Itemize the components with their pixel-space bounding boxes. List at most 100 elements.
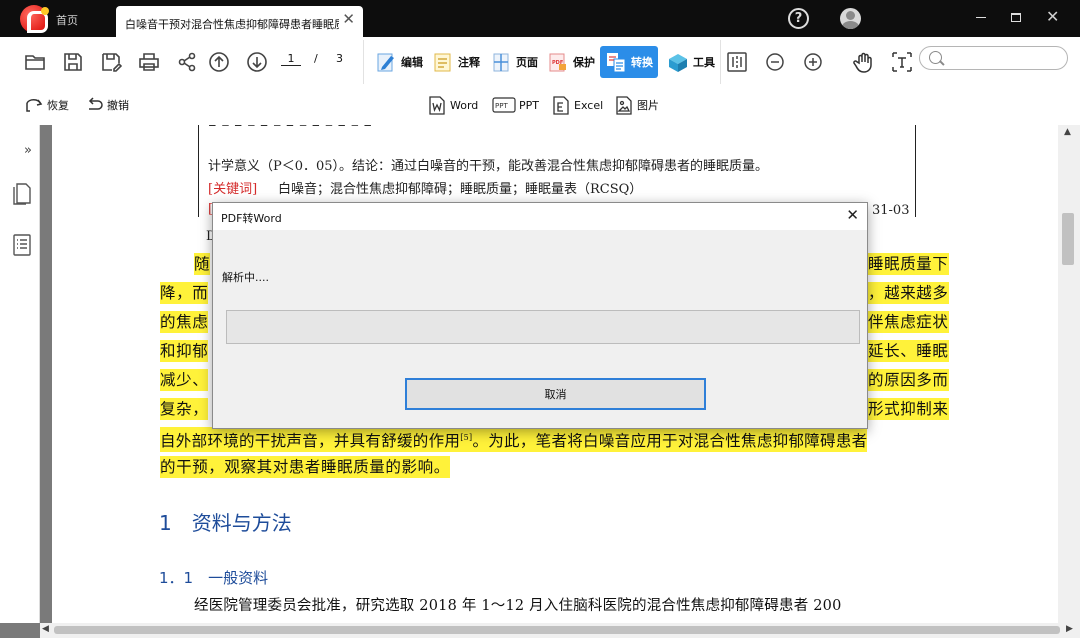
minimize-icon[interactable]	[976, 17, 986, 18]
outline-icon[interactable]	[12, 233, 32, 257]
dialog-titlebar: PDF转Word ✕	[213, 203, 867, 230]
horizontal-scrollbar[interactable]: ◀ ▶	[40, 623, 1080, 638]
search-input[interactable]	[948, 50, 1060, 66]
next-page-icon[interactable]	[246, 51, 268, 73]
para-line-1-right: 睡眠质量下	[868, 253, 949, 275]
convert-to-image-button[interactable]: 图片	[614, 94, 659, 116]
dialog-status-text: 解析中....	[222, 271, 269, 284]
para-line-7-text: 自外部环境的干扰声音，并具有舒缓的作用	[160, 432, 461, 451]
main-toolbar: 1 / 3 编辑 注释 页面 PDF 保护 转换 工具	[0, 37, 1080, 85]
scroll-left-icon[interactable]: ◀	[42, 624, 49, 634]
para-line-2-left: 降，而	[160, 282, 209, 304]
tab-home[interactable]: 首页	[56, 12, 78, 28]
maximize-icon[interactable]	[1011, 13, 1021, 22]
page-icon	[490, 51, 512, 73]
print-icon[interactable]	[138, 51, 160, 73]
redo-button[interactable]: 恢复	[24, 94, 69, 116]
convert-to-ppt-button[interactable]: PPT PPT	[492, 94, 539, 116]
tab-page[interactable]: 页面	[485, 46, 543, 78]
tab-convert[interactable]: 转换	[600, 46, 658, 78]
progress-bar	[226, 310, 860, 344]
excel-label: Excel	[574, 98, 604, 112]
hand-tool-icon[interactable]	[853, 51, 875, 73]
abstract-conclusion: 计学意义（P＜0．05）。结论：通过白噪音的干预，能改善混合性焦虑抑郁障碍患者的…	[208, 159, 769, 174]
cancel-button[interactable]: 取消	[405, 378, 706, 410]
tab-protect[interactable]: PDF 保护	[542, 46, 600, 78]
vertical-scroll-thumb[interactable]	[1062, 213, 1074, 265]
para-line-3-left: 的焦虑	[160, 311, 209, 333]
keywords-label: [关键词]	[208, 182, 258, 197]
vertical-scrollbar[interactable]: ▲	[1058, 125, 1080, 623]
convert-icon	[605, 51, 627, 73]
user-avatar[interactable]	[840, 8, 861, 29]
keywords-text: 白噪音；混合性焦虑抑郁障碍；睡眠质量；睡眠量表（RCSQ）	[278, 182, 643, 197]
image-file-icon	[614, 95, 634, 115]
section-heading-1-1: 1．1 一般资料	[159, 569, 269, 587]
para-line-5-left: 减少、	[160, 369, 209, 391]
zoom-in-icon[interactable]	[802, 51, 824, 73]
svg-text:PPT: PPT	[495, 102, 508, 110]
tab-close-icon[interactable]: ✕	[342, 10, 355, 28]
convert-progress-dialog: PDF转Word ✕ 解析中.... 取消	[212, 202, 868, 429]
para-last-line: 经医院管理委员会批准，研究选取 2018 年 1～12 月入住脑科医院的混合性焦…	[194, 598, 842, 614]
share-icon[interactable]	[176, 51, 198, 73]
dialog-title: PDF转Word	[221, 212, 282, 225]
redo-label: 恢复	[47, 99, 69, 112]
para-line-4-right: 延长、睡眠	[868, 340, 949, 362]
expand-panel-icon[interactable]: »	[24, 143, 32, 158]
window-close-icon[interactable]: ✕	[1046, 7, 1059, 26]
help-icon[interactable]: ?	[788, 8, 809, 29]
partial-date: 31-03	[872, 203, 910, 218]
convert-to-excel-button[interactable]: Excel	[551, 94, 603, 116]
undo-label: 撤销	[107, 99, 129, 112]
thumbnails-icon[interactable]	[12, 182, 32, 206]
tab-annotate-label: 注释	[458, 56, 480, 69]
ppt-label: PPT	[519, 98, 539, 112]
para-line-1-left: 随	[194, 253, 211, 275]
para-line-7: 自外部环境的干扰声音，并具有舒缓的作用[5]。为此，笔者将白噪音应用于对混合性焦…	[160, 427, 868, 453]
undo-icon	[84, 95, 104, 115]
tools-icon	[667, 51, 689, 73]
previous-page-icon[interactable]	[208, 51, 230, 73]
tab-edit[interactable]: 编辑	[370, 46, 428, 78]
abstract-cut-line: ▪ ▫ ▪ ▫ ▪ ▫ ▪ ▫ ▪ ▫ ▪ ▫ ▪	[208, 125, 372, 130]
convert-to-word-button[interactable]: Word	[427, 94, 478, 116]
word-label: Word	[450, 98, 479, 112]
para-line-3-right: 伴焦虑症状	[868, 311, 949, 333]
search-box[interactable]	[919, 46, 1068, 70]
horizontal-scroll-thumb[interactable]	[54, 626, 1060, 634]
text-select-icon[interactable]	[891, 51, 913, 73]
reference-marker: [5]	[460, 433, 473, 442]
para-line-7-rest: 。为此，笔者将白噪音应用于对混合性焦虑抑郁障碍患者	[472, 432, 868, 451]
tab-tools-label: 工具	[693, 56, 715, 69]
app-logo	[20, 5, 49, 33]
open-folder-icon[interactable]	[24, 51, 46, 73]
dialog-close-icon[interactable]: ✕	[846, 206, 859, 224]
page-total: 3	[336, 52, 343, 65]
tab-convert-label: 转换	[631, 56, 653, 69]
para-line-8: 的干预，观察其对患者睡眠质量的影响。	[160, 456, 450, 478]
tab-document-title: 白噪音干预对混合性焦虑抑郁障碍患者睡眠质...	[125, 18, 339, 31]
fit-page-icon[interactable]	[726, 51, 748, 73]
zoom-out-icon[interactable]	[764, 51, 786, 73]
tab-document[interactable]: 白噪音干预对混合性焦虑抑郁障碍患者睡眠质... ✕	[116, 6, 363, 37]
edit-icon	[375, 51, 397, 73]
scroll-up-icon[interactable]: ▲	[1064, 127, 1071, 137]
tab-edit-label: 编辑	[401, 56, 423, 69]
para-line-2-right: ，越来越多	[868, 282, 949, 304]
section-heading-1: 1 资料与方法	[159, 511, 292, 535]
tab-page-label: 页面	[516, 56, 538, 69]
excel-file-icon	[551, 95, 571, 115]
tab-annotate[interactable]: 注释	[427, 46, 485, 78]
save-as-icon[interactable]	[100, 51, 123, 73]
save-icon[interactable]	[62, 51, 84, 73]
title-bar: 首页 白噪音干预对混合性焦虑抑郁障碍患者睡眠质... ✕ ? ✕	[0, 0, 1080, 37]
page-number-input[interactable]: 1	[281, 52, 301, 66]
undo-button[interactable]: 撤销	[84, 94, 129, 116]
side-panel: »	[0, 125, 40, 623]
para-line-6-right: 形式抑制来	[868, 398, 949, 420]
tab-tools[interactable]: 工具	[662, 46, 720, 78]
scroll-right-icon[interactable]: ▶	[1066, 624, 1073, 634]
para-line-6-left: 复杂，	[160, 398, 209, 420]
redo-icon	[24, 95, 44, 115]
